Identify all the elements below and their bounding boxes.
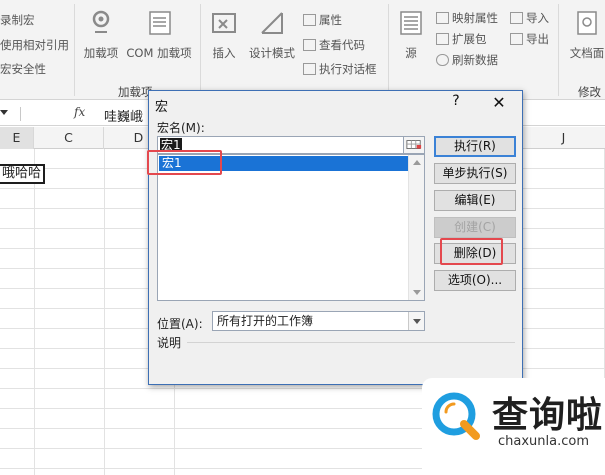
export-button[interactable]: 导出 <box>510 31 549 47</box>
record-macro-button[interactable]: 录制宏 <box>0 12 35 28</box>
run-dialog-label: 执行对话框 <box>319 62 377 76</box>
column-header[interactable]: C <box>34 127 104 149</box>
design-mode-icon <box>261 12 283 34</box>
macro-security-label: 宏安全性 <box>0 62 46 76</box>
refresh-data-button[interactable]: 刷新数据 <box>436 52 498 68</box>
active-cell[interactable]: 哦哈哈 <box>0 164 46 184</box>
xml-source-icon <box>400 11 422 35</box>
expansion-packs-label: 扩展包 <box>452 32 487 46</box>
range-picker-icon <box>406 140 422 149</box>
location-value: 所有打开的工作簿 <box>217 314 314 328</box>
com-addins-button[interactable]: COM 加载项 <box>124 8 194 61</box>
grid-line <box>104 149 105 475</box>
chevron-down-icon <box>0 110 8 115</box>
view-code-icon <box>303 39 316 51</box>
properties-label: 属性 <box>319 13 342 27</box>
location-select[interactable]: 所有打开的工作簿 <box>212 311 425 331</box>
divider <box>187 342 515 343</box>
create-button[interactable]: 创建(C) <box>434 217 516 238</box>
relative-reference-label: 使用相对引用 <box>0 38 69 52</box>
watermark: 查询啦 chaxunla.com <box>422 378 605 475</box>
chevron-up-icon[interactable] <box>413 160 421 165</box>
ribbon-separator <box>558 4 559 96</box>
run-button[interactable]: 执行(R) <box>434 136 516 157</box>
xml-source-label: 源 <box>405 46 417 60</box>
record-macro-label: 录制宏 <box>0 13 35 27</box>
properties-button[interactable]: 属性 <box>303 12 342 28</box>
addins-label: 加载项 <box>83 46 119 60</box>
import-icon <box>510 12 523 24</box>
grid-line <box>34 149 35 475</box>
highlight-box-delete <box>440 238 503 265</box>
location-label: 位置(A): <box>157 317 203 331</box>
refresh-data-label: 刷新数据 <box>452 53 498 67</box>
document-panel-button[interactable]: 文档面 <box>563 8 605 61</box>
divider <box>20 107 21 121</box>
macro-name-label: 宏名(M): <box>157 121 205 135</box>
edit-button[interactable]: 编辑(E) <box>434 190 516 211</box>
step-into-button[interactable]: 单步执行(S) <box>434 163 516 184</box>
relative-reference-button[interactable]: 使用相对引用 <box>0 37 69 53</box>
import-button[interactable]: 导入 <box>510 10 549 26</box>
collapse-dialog-button[interactable] <box>403 136 425 154</box>
design-mode-label: 设计模式 <box>249 46 295 60</box>
map-properties-button[interactable]: 映射属性 <box>436 10 498 26</box>
column-header[interactable]: J <box>522 127 605 149</box>
view-code-label: 查看代码 <box>319 38 365 52</box>
description-label: 说明 <box>157 336 182 350</box>
insert-function-button[interactable]: fx <box>74 105 85 119</box>
export-icon <box>510 33 523 45</box>
expansion-packs-icon <box>436 33 449 45</box>
xml-source-button[interactable]: 源 <box>394 8 428 61</box>
modify-group-label: 修改 <box>578 85 601 99</box>
options-button[interactable]: 选项(O)... <box>434 270 516 291</box>
help-button[interactable]: ? <box>444 93 468 109</box>
com-addins-label: COM 加载项 <box>126 46 192 60</box>
properties-icon <box>303 14 316 26</box>
run-dialog-button[interactable]: 执行对话框 <box>303 61 377 77</box>
chevron-down-icon[interactable] <box>408 312 424 330</box>
import-label: 导入 <box>526 11 549 25</box>
watermark-title: 查询啦 <box>492 395 604 436</box>
macro-security-button[interactable]: 宏安全性 <box>0 61 46 77</box>
name-box-dropdown[interactable] <box>0 104 14 124</box>
gear-icon <box>92 10 110 33</box>
chevron-down-icon[interactable] <box>413 290 421 295</box>
scrollbar[interactable] <box>408 155 424 300</box>
formula-input[interactable]: 哇巍峨 <box>104 106 143 125</box>
design-mode-button[interactable]: 设计模式 <box>246 8 298 61</box>
map-properties-label: 映射属性 <box>452 11 498 25</box>
insert-label: 插入 <box>212 46 236 60</box>
ribbon: 录制宏 使用相对引用 宏安全性 加载项 COM 加载项 加载项 插入 设计模式 <box>0 0 605 100</box>
map-properties-icon <box>436 12 449 24</box>
expansion-packs-button[interactable]: 扩展包 <box>436 31 487 47</box>
toolbox-icon <box>212 13 236 33</box>
ribbon-separator <box>74 4 75 96</box>
close-button[interactable]: ✕ <box>484 91 514 115</box>
highlight-box-macro-item <box>147 150 222 175</box>
insert-control-button[interactable]: 插入 <box>206 8 242 61</box>
document-panel-icon <box>577 11 597 35</box>
com-addins-icon <box>149 11 171 35</box>
dialog-title: 宏 <box>155 100 169 115</box>
ribbon-separator <box>200 4 201 96</box>
addins-button[interactable]: 加载项 <box>80 8 122 61</box>
macro-list[interactable]: 宏1 <box>157 154 425 301</box>
ribbon-separator <box>388 4 389 96</box>
export-label: 导出 <box>526 32 549 46</box>
magnifier-logo-icon <box>432 392 480 440</box>
refresh-icon <box>436 54 449 66</box>
view-code-button[interactable]: 查看代码 <box>303 37 365 53</box>
column-header[interactable]: E <box>0 127 34 149</box>
document-panel-label: 文档面 <box>569 46 605 60</box>
watermark-url: chaxunla.com <box>498 434 589 449</box>
run-dialog-icon <box>303 63 316 75</box>
